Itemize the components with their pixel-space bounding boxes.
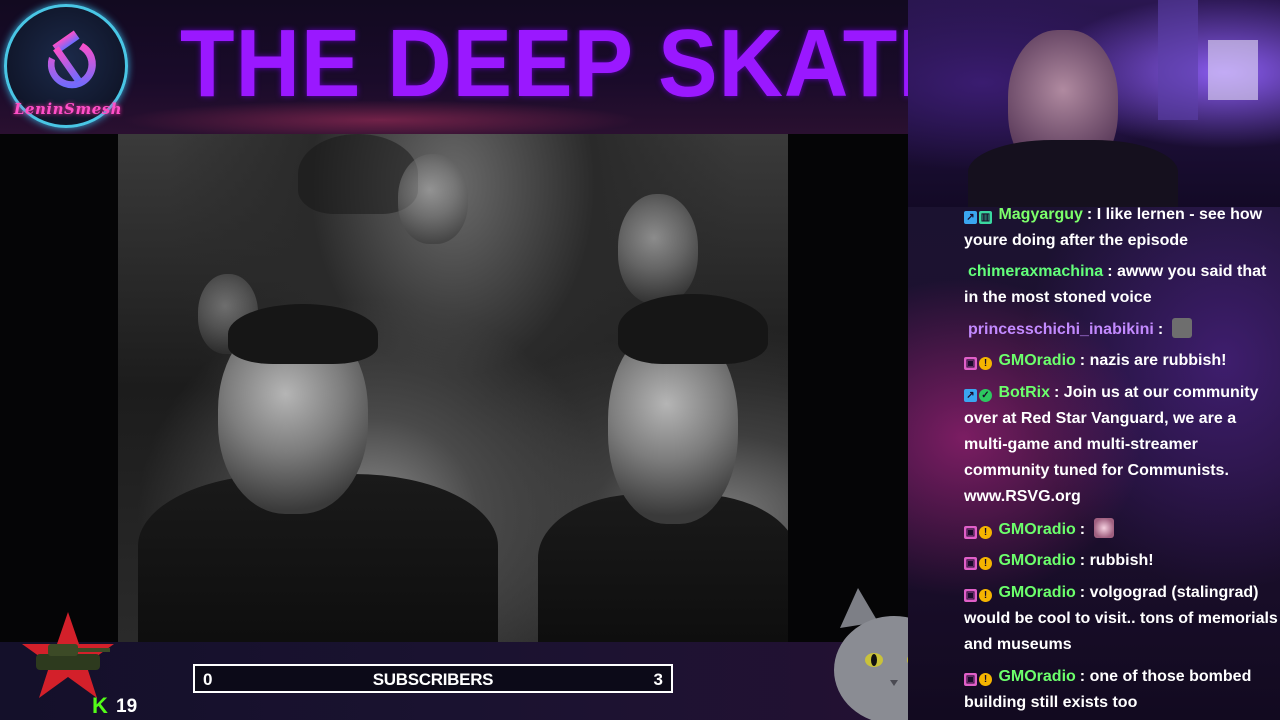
coin-icon: ! bbox=[979, 557, 992, 570]
chat-username[interactable]: princesschichi_inabikini bbox=[968, 321, 1154, 338]
coin-icon: ! bbox=[979, 673, 992, 686]
show-title: THE DEEP SKATE bbox=[180, 10, 959, 117]
chat-message: chimeraxmachina: awww you said that in t… bbox=[964, 259, 1280, 311]
chat-text: nazis are rubbish! bbox=[1089, 352, 1227, 369]
chat-username[interactable]: GMOradio bbox=[998, 552, 1075, 569]
background-poster bbox=[1208, 40, 1258, 100]
left-panel bbox=[0, 134, 118, 642]
chat-username[interactable]: GMOradio bbox=[998, 584, 1075, 601]
chat-username[interactable]: GMOradio bbox=[998, 668, 1075, 685]
subscriber-goal: 3 bbox=[653, 670, 663, 689]
pink-icon: ▣ bbox=[964, 357, 977, 370]
streamer-shirt bbox=[968, 140, 1178, 207]
chat-separator: : bbox=[1079, 668, 1086, 685]
chat-text: Join us at our community over at Red Sta… bbox=[964, 384, 1259, 505]
chat-message: ▣! GMOradio: nazis are rubbish! bbox=[964, 348, 1280, 374]
chat-message: ▣! GMOradio: bbox=[964, 517, 1280, 543]
pink-icon: ▣ bbox=[964, 673, 977, 686]
sparkle-emote bbox=[1093, 518, 1114, 538]
verified-icon: ✓ bbox=[979, 389, 992, 402]
kick-count: 19 bbox=[116, 696, 138, 717]
red-star-tank-icon bbox=[22, 612, 114, 698]
chat-username[interactable]: GMOradio bbox=[998, 521, 1075, 538]
pink-icon: ▣ bbox=[964, 526, 977, 539]
pink-icon: ▣ bbox=[964, 557, 977, 570]
chat-separator: : bbox=[1086, 207, 1093, 223]
chat-separator: : bbox=[1079, 521, 1086, 538]
logo-text: LeninSmesh bbox=[13, 100, 123, 118]
chat-message: ▣! GMOradio: rubbish! bbox=[964, 548, 1280, 574]
chat-text: rubbish! bbox=[1089, 552, 1154, 569]
chat-message: ↗ ▥ Magyarguy: I like lernen - see how yo… bbox=[964, 207, 1280, 254]
blue-icon: ↗ bbox=[964, 211, 977, 224]
hammer-sickle-icon bbox=[47, 30, 96, 89]
coin-icon: ! bbox=[979, 526, 992, 539]
header-bar: LeninSmesh THE DEEP SKATE bbox=[0, 0, 959, 140]
coin-icon: ! bbox=[979, 357, 992, 370]
background-figure bbox=[398, 154, 468, 244]
chat-separator: : bbox=[1107, 263, 1113, 280]
chat-panel: ↗ ▥ Magyarguy: I like lernen - see how yo… bbox=[908, 207, 1280, 720]
subscriber-goal-bar: 0 SUBSCRIBERS 3 bbox=[193, 664, 673, 693]
chat-message: ↗ ✓ BotRix: Join us at our community over… bbox=[964, 380, 1280, 510]
chat-separator: : bbox=[1079, 552, 1086, 569]
chat-message: ▣! GMOradio: one of those bombed buildin… bbox=[964, 664, 1280, 716]
subscriber-label: SUBSCRIBERS bbox=[372, 670, 494, 689]
chat-separator: : bbox=[1079, 584, 1086, 601]
figure-hair bbox=[618, 294, 768, 364]
figure-hair bbox=[228, 304, 378, 364]
coin-icon: ! bbox=[979, 589, 992, 602]
background-poster bbox=[1158, 0, 1198, 120]
webcam-feed bbox=[908, 0, 1280, 207]
chat-separator: : bbox=[1079, 352, 1086, 369]
video-player[interactable] bbox=[118, 134, 788, 642]
chat-message: princesschichi_inabikini: bbox=[964, 317, 1280, 343]
chat-username[interactable]: GMOradio bbox=[998, 352, 1075, 369]
green-bars-icon: ▥ bbox=[979, 211, 992, 224]
blue-icon: ↗ bbox=[964, 389, 977, 402]
chat-username[interactable]: BotRix bbox=[998, 384, 1050, 401]
chat-username[interactable]: chimeraxmachina bbox=[968, 263, 1103, 280]
chat-separator: : bbox=[1157, 321, 1164, 338]
background-figure bbox=[618, 194, 698, 304]
kick-icon: K bbox=[92, 693, 108, 718]
chat-separator: : bbox=[1054, 384, 1060, 401]
pink-icon: ▣ bbox=[964, 589, 977, 602]
portrait-emote bbox=[1171, 318, 1192, 338]
chat-username[interactable]: Magyarguy bbox=[998, 207, 1082, 223]
right-panel bbox=[788, 134, 908, 642]
chat-message: ▣! GMOradio: volgograd (stalingrad) woul… bbox=[964, 580, 1280, 658]
